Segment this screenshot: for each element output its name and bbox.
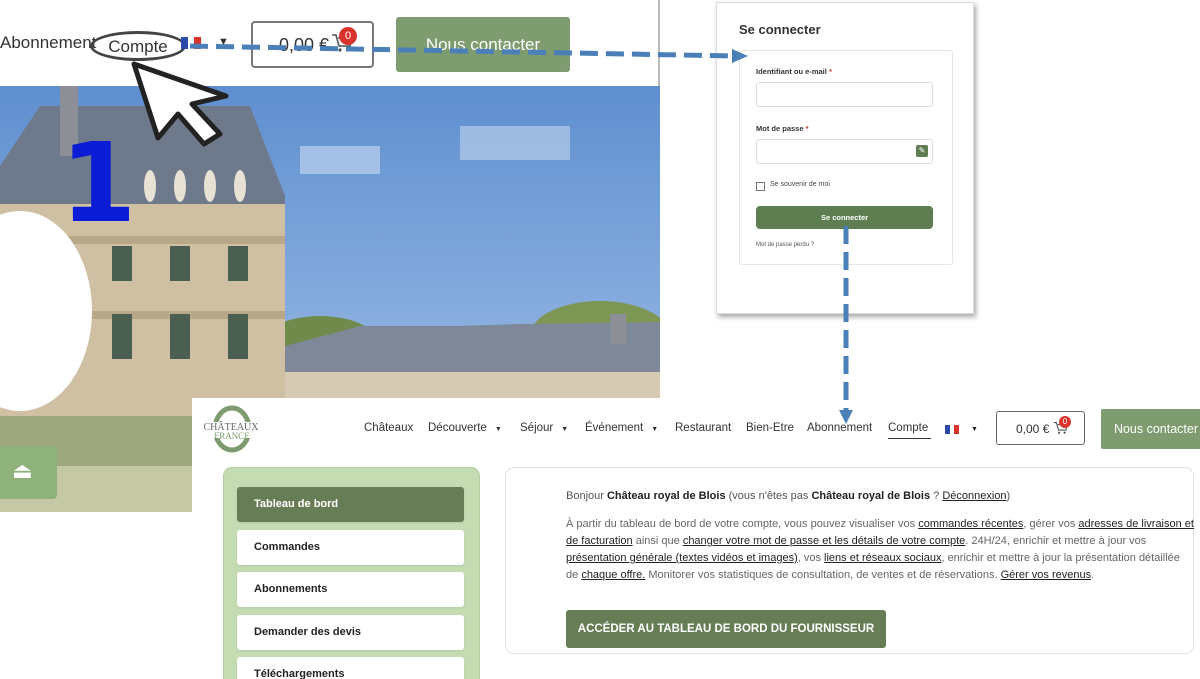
login-title: Se connecter — [739, 22, 821, 37]
remember-me-label: Se souvenir de moi — [770, 181, 830, 188]
chevron-down-icon[interactable]: ▼ — [218, 36, 229, 48]
menu-item-evenement[interactable]: Événement ▼ — [585, 422, 658, 434]
login-submit-button[interactable]: Se connecter — [756, 206, 933, 229]
cart-total: 0,00 € — [1016, 422, 1050, 436]
cart-button[interactable]: 0,00 € 0 — [251, 21, 374, 68]
cart-total: 0,00 € — [279, 35, 330, 55]
menu-item-chateaux[interactable]: Châteaux — [364, 422, 413, 434]
cart-count-badge: 0 — [339, 27, 357, 45]
sidebar-item-commandes[interactable]: Commandes — [237, 530, 464, 565]
sidebar-item-devis[interactable]: Demander des devis — [237, 615, 464, 650]
step-number: 1 — [60, 119, 137, 247]
greeting: Bonjour Château royal de Blois (vous n'ê… — [566, 490, 1011, 502]
contact-button[interactable]: Nous contacter — [396, 17, 570, 72]
password-input[interactable] — [756, 139, 933, 164]
chevron-down-icon: ▼ — [651, 426, 659, 433]
username-input[interactable] — [756, 82, 933, 107]
menu-item-sejour[interactable]: Séjour ▼ — [520, 422, 568, 434]
dashboard-intro: À partir du tableau de bord de votre com… — [566, 518, 1194, 581]
lost-password-link[interactable]: Mot de passe perdu ? — [756, 242, 814, 248]
chateaux-france-logo: CHÂTEAUX FRANCE — [197, 405, 265, 453]
link-recent-orders[interactable]: commandes récentes — [918, 518, 1023, 530]
login-panel: Se connecter Identifiant ou e-mail * Mot… — [716, 2, 974, 314]
french-flag-icon[interactable] — [181, 37, 202, 49]
sidebar-item-telechargements[interactable]: Téléchargements — [237, 657, 464, 679]
link-account-details[interactable]: changer votre mot de passe et les détail… — [683, 535, 966, 547]
nav-abonnement[interactable]: Abonnement — [0, 33, 96, 53]
login-form: Identifiant ou e-mail * Mot de passe * ✎… — [739, 50, 953, 265]
chevron-down-icon: ▼ — [561, 426, 569, 433]
cart-button[interactable]: 0,00 € 0 — [996, 411, 1085, 445]
account-name: Château royal de Blois — [606, 490, 726, 502]
account-sidebar: Tableau de bord Commandes Abonnements De… — [223, 467, 480, 679]
menu-item-compte[interactable]: Compte — [888, 422, 928, 434]
show-password-icon[interactable]: ✎ — [916, 145, 928, 157]
scroll-top-button[interactable]: ⏏ — [0, 446, 57, 499]
eject-icon: ⏏ — [12, 458, 33, 483]
link-presentation[interactable]: présentation générale (textes vidéos et … — [566, 552, 798, 564]
menu-item-restaurant[interactable]: Restaurant — [675, 422, 731, 434]
link-social[interactable]: liens et réseaux sociaux — [824, 552, 941, 564]
link-revenues[interactable]: Gérer vos revenus — [1001, 569, 1091, 581]
cart-count-badge: 0 — [1059, 416, 1071, 428]
menu-item-abonnement[interactable]: Abonnement — [807, 422, 872, 434]
nav-compte-label: Compte — [108, 37, 168, 56]
required-mark: * — [828, 67, 832, 76]
sidebar-item-abonnements[interactable]: Abonnements — [237, 572, 464, 607]
username-label: Identifiant ou e-mail * — [756, 67, 832, 76]
sidebar-item-tableau-de-bord[interactable]: Tableau de bord — [237, 487, 464, 522]
svg-text:FRANCE: FRANCE — [214, 431, 250, 441]
password-label: Mot de passe * — [756, 124, 809, 133]
required-mark: * — [805, 124, 809, 133]
link-offers[interactable]: chaque offre. — [581, 569, 645, 581]
remember-me-checkbox[interactable] — [756, 182, 765, 191]
french-flag-icon[interactable] — [945, 425, 960, 434]
menu-item-decouverte[interactable]: Découverte ▼ — [428, 422, 502, 434]
active-menu-underline — [888, 438, 931, 439]
menu-item-bien-etre[interactable]: Bien-Etre — [746, 422, 794, 434]
dashboard-content: Bonjour Château royal de Blois (vous n'ê… — [505, 467, 1194, 654]
logout-link[interactable]: Déconnexion — [942, 490, 1006, 502]
chevron-down-icon: ▼ — [494, 426, 502, 433]
site-header: Abonnement Compte ▼ 0,00 € 0 Nous contac… — [0, 0, 660, 86]
account-dashboard-screenshot: CHÂTEAUX FRANCE Châteaux Découverte ▼ Séj… — [192, 398, 1200, 679]
chevron-down-icon[interactable]: ▼ — [971, 426, 978, 433]
supplier-dashboard-button[interactable]: ACCÉDER AU TABLEAU DE BORD DU FOURNISSEU… — [566, 610, 886, 648]
mouse-pointer-icon — [131, 61, 229, 147]
account-name: Château royal de Blois — [811, 490, 931, 502]
nav-compte-highlight[interactable]: Compte — [90, 31, 186, 61]
contact-button[interactable]: Nous contacter — [1101, 409, 1200, 449]
